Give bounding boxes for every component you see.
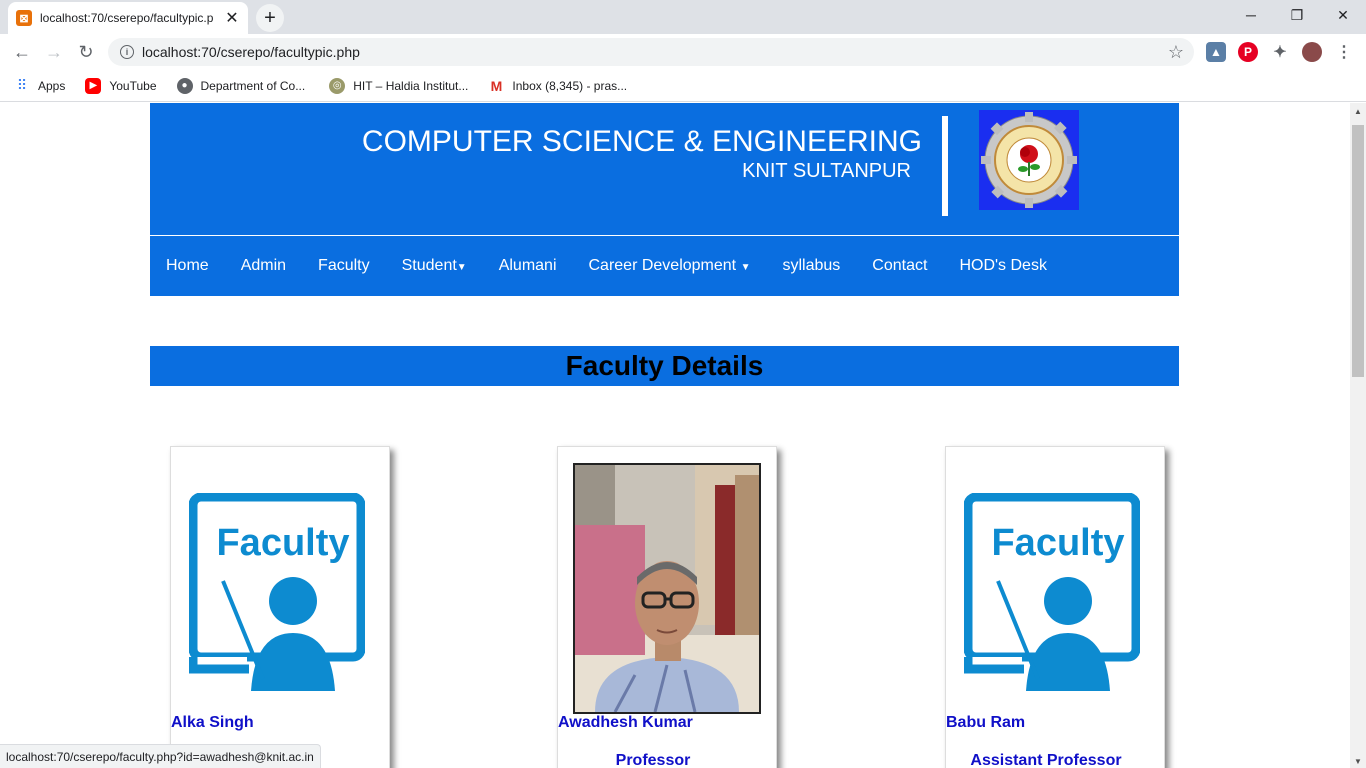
hit-logo-icon: ◎ bbox=[329, 77, 346, 94]
scroll-up-icon[interactable]: ▲ bbox=[1354, 107, 1362, 116]
new-tab-button[interactable]: + bbox=[256, 4, 284, 32]
faculty-name[interactable]: Awadhesh Kumar bbox=[558, 714, 693, 732]
faculty-role: Assistant Professor bbox=[970, 752, 1122, 768]
gmail-icon: M bbox=[490, 77, 503, 94]
nav-career-development[interactable]: Career Development ▼ bbox=[589, 257, 751, 275]
faculty-details-banner: Faculty Details bbox=[150, 346, 1179, 386]
faculty-placeholder-icon: Faculty bbox=[964, 493, 1140, 691]
faculty-role: Professor bbox=[615, 752, 691, 768]
status-bar-url: localhost:70/cserepo/faculty.php?id=awad… bbox=[0, 744, 321, 768]
globe-icon: ● bbox=[176, 77, 193, 94]
close-tab-icon[interactable]: ✕ bbox=[224, 8, 240, 28]
page-title: Faculty Details bbox=[565, 350, 764, 381]
bookmark-star-icon[interactable]: ☆ bbox=[1168, 42, 1184, 63]
portrait-photo bbox=[575, 465, 759, 713]
close-window-icon[interactable]: ✕ bbox=[1320, 0, 1366, 30]
nav-alumani[interactable]: Alumani bbox=[499, 257, 557, 275]
bookmark-hit[interactable]: ◎ HIT – Haldia Institut... bbox=[329, 77, 469, 94]
main-nav: Home Admin Faculty Student▼ Alumani Care… bbox=[150, 236, 1179, 296]
bookmark-label: Apps bbox=[38, 78, 66, 93]
site-info-icon[interactable]: i bbox=[120, 45, 134, 59]
department-title: COMPUTER SCIENCE & ENGINEERING bbox=[361, 125, 922, 158]
faculty-card[interactable]: Faculty Babu Ram Assistant Professor bbox=[945, 446, 1165, 768]
nav-faculty[interactable]: Faculty bbox=[318, 257, 370, 275]
faculty-icon-text: Faculty bbox=[991, 522, 1124, 564]
faculty-icon-text: Faculty bbox=[216, 522, 349, 564]
bookmark-label: Department of Co... bbox=[200, 78, 306, 93]
nav-label: Career Development bbox=[588, 257, 741, 274]
faculty-name[interactable]: Alka Singh bbox=[171, 714, 254, 732]
minimize-icon[interactable]: ─ bbox=[1228, 0, 1274, 30]
nav-home[interactable]: Home bbox=[166, 257, 209, 275]
restore-icon[interactable]: ❐ bbox=[1274, 0, 1320, 30]
bookmark-label: Inbox (8,345) - pras... bbox=[512, 78, 628, 93]
header-divider bbox=[942, 116, 948, 216]
institute-logo bbox=[979, 110, 1079, 210]
youtube-icon: ▶ bbox=[85, 77, 102, 94]
extension-drive-icon[interactable]: ▲ bbox=[1206, 42, 1226, 62]
back-icon[interactable]: ← bbox=[8, 38, 36, 66]
nav-hods-desk[interactable]: HOD's Desk bbox=[959, 257, 1047, 275]
faculty-name[interactable]: Babu Ram bbox=[946, 714, 1025, 732]
nav-student[interactable]: Student▼ bbox=[402, 257, 467, 275]
site-header: COMPUTER SCIENCE & ENGINEERING KNIT SULT… bbox=[150, 103, 1179, 235]
institute-subtitle: KNIT SULTANPUR bbox=[742, 160, 911, 182]
faculty-photo bbox=[573, 463, 761, 714]
caret-down-icon: ▼ bbox=[740, 262, 751, 273]
nav-admin[interactable]: Admin bbox=[241, 257, 286, 275]
forward-icon[interactable]: → bbox=[40, 38, 68, 66]
nav-contact[interactable]: Contact bbox=[872, 257, 927, 275]
tab-strip: ⊠ localhost:70/cserepo/facultypic.p ✕ + … bbox=[0, 0, 1366, 34]
bookmark-gmail[interactable]: M Inbox (8,345) - pras... bbox=[488, 77, 628, 94]
institute-seal-icon bbox=[981, 112, 1077, 208]
bookmark-label: HIT – Haldia Institut... bbox=[353, 78, 469, 93]
page-scrollbar[interactable]: ▲ ▼ bbox=[1350, 103, 1366, 768]
address-bar[interactable]: i localhost:70/cserepo/facultypic.php ☆ bbox=[108, 38, 1194, 66]
bookmark-department[interactable]: ● Department of Co... bbox=[176, 77, 306, 94]
caret-down-icon: ▼ bbox=[456, 262, 467, 273]
bookmark-youtube[interactable]: ▶ YouTube bbox=[85, 77, 157, 94]
nav-syllabus[interactable]: syllabus bbox=[782, 257, 840, 275]
nav-label: Student bbox=[401, 257, 457, 274]
faculty-card[interactable]: Faculty Alka Singh bbox=[170, 446, 390, 768]
browser-tab[interactable]: ⊠ localhost:70/cserepo/facultypic.p ✕ bbox=[8, 2, 248, 34]
tab-title: localhost:70/cserepo/facultypic.p bbox=[40, 11, 214, 25]
extensions-puzzle-icon[interactable]: ✦ bbox=[1270, 42, 1290, 62]
pinterest-icon[interactable]: P bbox=[1238, 42, 1258, 62]
bookmark-apps[interactable]: ⠿ Apps bbox=[14, 77, 66, 94]
faculty-card[interactable]: Awadhesh Kumar Professor bbox=[557, 446, 777, 768]
url-text[interactable]: localhost:70/cserepo/facultypic.php bbox=[142, 44, 1168, 60]
scrollbar-thumb[interactable] bbox=[1352, 125, 1364, 377]
bookmark-label: YouTube bbox=[109, 78, 157, 93]
faculty-placeholder-icon: Faculty bbox=[189, 493, 365, 691]
profile-avatar[interactable] bbox=[1302, 42, 1322, 62]
scroll-down-icon[interactable]: ▼ bbox=[1354, 757, 1362, 766]
reload-icon[interactable]: ↻ bbox=[72, 38, 100, 66]
page-viewport: COMPUTER SCIENCE & ENGINEERING KNIT SULT… bbox=[0, 103, 1350, 768]
browser-toolbar: ← → ↻ i localhost:70/cserepo/facultypic.… bbox=[0, 34, 1366, 70]
apps-grid-icon: ⠿ bbox=[16, 77, 28, 93]
menu-kebab-icon[interactable]: ⋮ bbox=[1334, 42, 1354, 62]
xampp-favicon-icon: ⊠ bbox=[16, 10, 32, 26]
bookmarks-bar: ⠿ Apps ▶ YouTube ● Department of Co... ◎… bbox=[0, 70, 1366, 102]
